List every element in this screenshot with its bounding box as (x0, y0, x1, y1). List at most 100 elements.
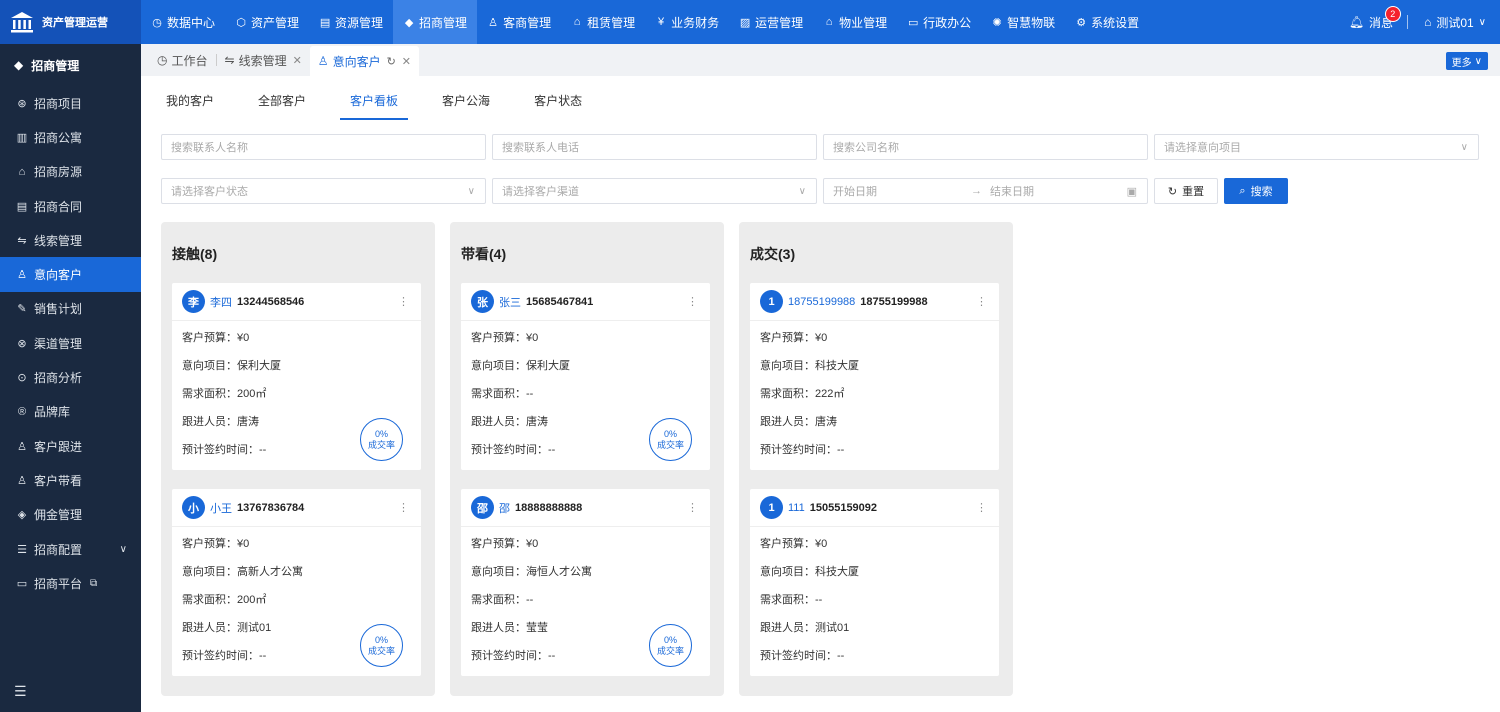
sidebar-item-brands[interactable]: ® 品牌库 (0, 395, 141, 429)
refresh-icon[interactable]: ↻ (387, 55, 396, 68)
more-vertical-icon[interactable]: ⋮ (976, 295, 987, 308)
customer-card[interactable]: 小小王 13767836784 ⋮ 客户预算：¥0 意向项目：高新人才公寓 需求面积：20… (172, 489, 421, 676)
brand-logo[interactable]: 资产管理运营 (0, 0, 141, 44)
date-range-picker[interactable]: 开始日期 → 结束日期 ▣ (823, 178, 1148, 204)
messages-button[interactable]: 🔔︎ 消息 2 (1349, 5, 1407, 31)
more-vertical-icon[interactable]: ⋮ (398, 295, 409, 308)
external-link-icon: ⧉ (90, 577, 98, 589)
chevron-down-icon: ∨ (798, 185, 806, 197)
sidebar-item-label: 线索管理 (34, 233, 83, 248)
sidebar-item-platform[interactable]: ▭ 招商平台 ⧉ (0, 566, 141, 600)
nav-item-merchant[interactable]: ♙ 客商管理 (477, 0, 561, 44)
customer-name-link[interactable]: 18755199988 (788, 296, 855, 308)
nav-item-operation[interactable]: ▨ 运营管理 (729, 0, 813, 44)
customer-card[interactable]: 1 18755199988 18755199988 ⋮ 客户预算：¥0 意向项目：科技大厦… (750, 283, 999, 470)
collapse-menu-icon[interactable]: ☰ (14, 683, 27, 700)
contact-phone-input[interactable]: 搜索联系人电话 (492, 134, 817, 160)
customer-card[interactable]: 1 111 15055159092 ⋮ 客户预算：¥0 意向项目：科技大厦 需求面积：-- 跟… (750, 489, 999, 676)
customer-card[interactable]: 李李四 13244568546 ⋮ 客户预算：¥0 意向项目：保利大厦 需求面积：200㎡… (172, 283, 421, 470)
sidebar-item-label: 招商合同 (34, 199, 83, 214)
field-value: ¥0 (237, 332, 250, 344)
customer-card[interactable]: 邵邵 18888888888 ⋮ 客户预算：¥0 意向项目：海恒人才公寓 需求面积：-- 跟… (461, 489, 710, 676)
sidebar-item-contracts[interactable]: ▤ 招商合同 (0, 189, 141, 223)
field-label: 客户预算： (182, 538, 237, 550)
nav-item-settings[interactable]: ⚙ 系统设置 (1065, 0, 1149, 44)
tab-intent-customers[interactable]: ♙ 意向客户 ↻ ✕ (309, 46, 420, 76)
nav-item-resource[interactable]: ▤ 资源管理 (309, 0, 393, 44)
close-icon[interactable]: ✕ (293, 54, 302, 67)
sidebar-item-apartments[interactable]: ▥ 招商公寓 (0, 120, 141, 154)
subtab-all-customers[interactable]: 全部客户 (258, 92, 306, 120)
customer-name-link[interactable]: 邵 (499, 500, 510, 516)
more-vertical-icon[interactable]: ⋮ (976, 501, 987, 514)
customer-name-link[interactable]: 李四 (210, 294, 232, 310)
subtab-customer-pool[interactable]: 客户公海 (442, 92, 490, 120)
field-value: 海恒人才公寓 (526, 566, 592, 578)
sidebar-item-channels[interactable]: ⊗ 渠道管理 (0, 326, 141, 360)
status-select[interactable]: 请选择客户状态 ∨ (161, 178, 486, 204)
tab-clues[interactable]: ⇋ 线索管理 ✕ (217, 47, 310, 73)
nav-item-investment[interactable]: ◆ 招商管理 (393, 0, 478, 44)
field-value: -- (259, 650, 267, 662)
customer-card[interactable]: 张张三 15685467841 ⋮ 客户预算：¥0 意向项目：保利大厦 需求面积：-- 跟进… (461, 283, 710, 470)
field-value: -- (837, 444, 845, 456)
sidebar-item-label: 客户带看 (34, 473, 83, 488)
more-vertical-icon[interactable]: ⋮ (687, 295, 698, 308)
card-body: 客户预算：¥0 意向项目：海恒人才公寓 需求面积：-- 跟进人员：莹莹 预计签约时间：-… (461, 527, 710, 683)
sidebar-item-label: 招商平台 (34, 576, 83, 591)
sidebar-item-clues[interactable]: ⇋ 线索管理 (0, 223, 141, 257)
sidebar-item-label: 佣金管理 (34, 508, 83, 523)
more-tabs-button[interactable]: 更多 ∨ (1445, 52, 1488, 70)
nav-item-office[interactable]: ▭ 行政办公 (897, 0, 981, 44)
channel-select[interactable]: 请选择客户渠道 ∨ (492, 178, 817, 204)
more-vertical-icon[interactable]: ⋮ (398, 501, 409, 514)
nav-label: 客商管理 (503, 15, 552, 30)
user-menu[interactable]: ⌂ 测试01 ∨ (1424, 14, 1500, 31)
nav-item-finance[interactable]: ¥ 业务财务 (645, 0, 729, 44)
sidebar-item-projects[interactable]: ⊛ 招商项目 (0, 86, 141, 120)
field-label: 客户预算： (471, 332, 526, 344)
field-label: 意向项目： (182, 566, 237, 578)
deal-rate-label: 成交率 (367, 645, 395, 656)
tab-workbench[interactable]: ◷ 工作台 (149, 47, 216, 73)
more-vertical-icon[interactable]: ⋮ (687, 501, 698, 514)
kanban-column: 带看(4) 张张三 15685467841 ⋮ 客户预算：¥0 意向项目：保利大厦 需求面积… (450, 222, 724, 696)
field-label: 跟进人员： (760, 622, 815, 634)
nav-label: 租赁管理 (587, 15, 636, 30)
select-placeholder: 请选择意向项目 (1164, 142, 1241, 154)
contact-name-input[interactable]: 搜索联系人名称 (161, 134, 486, 160)
nav-item-lease[interactable]: ⌂ 租赁管理 (561, 0, 645, 44)
sidebar-item-commission[interactable]: ◈ 佣金管理 (0, 498, 141, 532)
subtab-customer-board[interactable]: 客户看板 (340, 92, 409, 120)
company-name-input[interactable]: 搜索公司名称 (823, 134, 1148, 160)
sidebar-item-visits[interactable]: ♙ 客户带看 (0, 463, 141, 497)
customer-name-link[interactable]: 111 (788, 502, 805, 514)
sidebar-item-housing[interactable]: ⌂ 招商房源 (0, 155, 141, 189)
sidebar-item-analysis[interactable]: ⊙ 招商分析 (0, 360, 141, 394)
nav-item-property[interactable]: ⌂ 物业管理 (813, 0, 897, 44)
sidebar-item-sales-plan[interactable]: ✎ 销售计划 (0, 292, 141, 326)
sidebar-item-config[interactable]: ☰ 招商配置 ∨ (0, 532, 141, 566)
field-value: 唐涛 (237, 416, 259, 428)
nav-item-asset[interactable]: ⬡ 资产管理 (225, 0, 309, 44)
nav-item-data-center[interactable]: ◷ 数据中心 (141, 0, 225, 44)
close-icon[interactable]: ✕ (402, 55, 411, 68)
nav-item-iot[interactable]: ✺ 智慧物联 (981, 0, 1065, 44)
field-value: 200㎡ (237, 388, 267, 400)
customer-name-link[interactable]: 小王 (210, 500, 232, 516)
card-body: 客户预算：¥0 意向项目：科技大厦 需求面积：-- 跟进人员：测试01 预计签约时间：-… (750, 527, 999, 683)
subtab-customer-status[interactable]: 客户状态 (534, 92, 582, 120)
field-label: 预计签约时间： (182, 444, 259, 456)
field-label: 跟进人员： (471, 416, 526, 428)
field-label: 预计签约时间： (471, 650, 548, 662)
project-select[interactable]: 请选择意向项目 ∨ (1154, 134, 1479, 160)
sidebar-item-follow-up[interactable]: ♙ 客户跟进 (0, 429, 141, 463)
subtab-my-customers[interactable]: 我的客户 (166, 92, 214, 120)
reset-button[interactable]: ↻ 重置 (1154, 178, 1218, 204)
search-button[interactable]: ⌕ 搜索 (1224, 178, 1288, 204)
sidebar-item-intent-customers[interactable]: ♙ 意向客户 (0, 257, 141, 292)
sidebar-title: ◆ 招商管理 (0, 44, 141, 86)
field-value: 唐涛 (815, 416, 837, 428)
customer-name-link[interactable]: 张三 (499, 294, 521, 310)
sun-icon: ✺ (992, 16, 1002, 29)
